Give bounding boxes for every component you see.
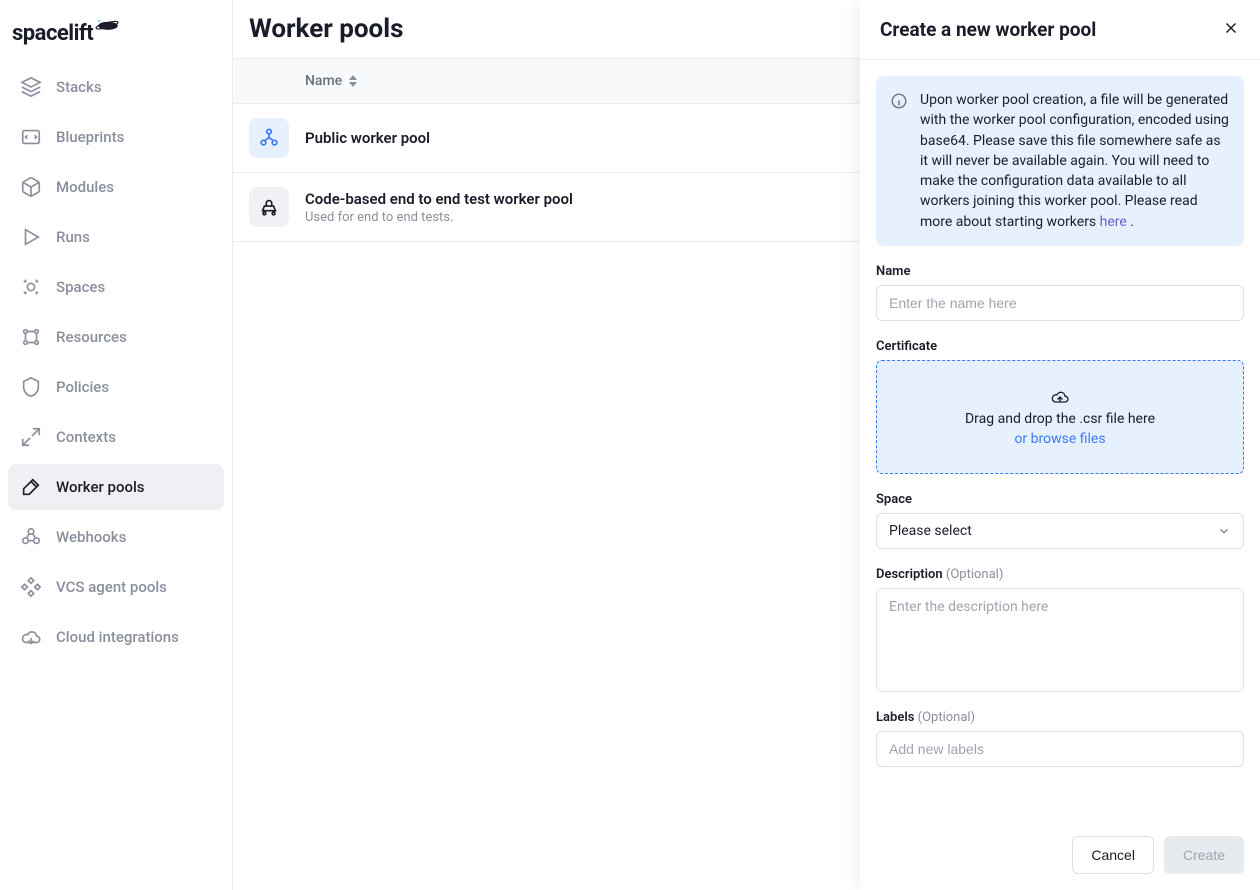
- page-title: Worker pools: [249, 14, 403, 44]
- sidebar-item-spaces[interactable]: Spaces: [8, 264, 224, 310]
- certificate-label: Certificate: [876, 339, 1244, 354]
- blueprints-icon: [20, 126, 42, 148]
- sort-icon: [348, 75, 358, 87]
- close-icon: [1222, 19, 1240, 37]
- sidebar-item-resources[interactable]: Resources: [8, 314, 224, 360]
- vcs-agent-pools-icon: [20, 576, 42, 598]
- sidebar-item-label: Modules: [56, 178, 114, 196]
- name-label: Name: [876, 264, 1244, 279]
- chevron-down-icon: [1217, 524, 1231, 538]
- space-select[interactable]: Please select: [876, 513, 1244, 549]
- sidebar-item-contexts[interactable]: Contexts: [8, 414, 224, 460]
- sidebar-item-runs[interactable]: Runs: [8, 214, 224, 260]
- upload-cloud-icon: [1050, 387, 1070, 407]
- runs-icon: [20, 226, 42, 248]
- info-link[interactable]: here: [1100, 214, 1127, 230]
- policies-icon: [20, 376, 42, 398]
- info-tail: .: [1127, 214, 1134, 230]
- sidebar-item-label: Spaces: [56, 278, 105, 296]
- field-space: Space Please select: [876, 492, 1244, 549]
- drawer-footer: Cancel Create: [860, 820, 1260, 890]
- space-select-value: Please select: [889, 523, 972, 539]
- sidebar-item-label: Blueprints: [56, 128, 124, 146]
- sidebar-item-worker-pools[interactable]: Worker pools: [8, 464, 224, 510]
- brand-name: spacelift: [12, 21, 93, 46]
- pool-private-icon: [249, 187, 289, 227]
- info-icon: [890, 92, 908, 110]
- sidebar-item-webhooks[interactable]: Webhooks: [8, 514, 224, 560]
- name-input[interactable]: [876, 285, 1244, 321]
- sidebar-item-label: VCS agent pools: [56, 578, 167, 596]
- labels-input[interactable]: [876, 731, 1244, 767]
- pool-public-icon: [249, 118, 289, 158]
- field-description: Description (Optional): [876, 567, 1244, 692]
- cloud-integrations-icon: [20, 626, 42, 648]
- sidebar: spacelift Stacks Blueprints Modules: [0, 0, 232, 890]
- close-button[interactable]: [1222, 19, 1240, 41]
- sidebar-item-label: Webhooks: [56, 528, 126, 546]
- sidebar-item-modules[interactable]: Modules: [8, 164, 224, 210]
- sidebar-item-policies[interactable]: Policies: [8, 364, 224, 410]
- sidebar-item-label: Stacks: [56, 78, 102, 96]
- sidebar-item-label: Resources: [56, 328, 127, 346]
- info-callout: Upon worker pool creation, a file will b…: [876, 76, 1244, 246]
- create-button[interactable]: Create: [1164, 836, 1244, 874]
- logo[interactable]: spacelift: [0, 12, 232, 62]
- sidebar-item-label: Runs: [56, 228, 90, 246]
- description-label: Description (Optional): [876, 567, 1244, 582]
- sidebar-item-label: Contexts: [56, 428, 116, 446]
- drawer-title: Create a new worker pool: [880, 18, 1096, 41]
- spaces-icon: [20, 276, 42, 298]
- webhooks-icon: [20, 526, 42, 548]
- browse-files-link[interactable]: or browse files: [1014, 431, 1105, 447]
- field-name: Name: [876, 264, 1244, 321]
- labels-label: Labels (Optional): [876, 710, 1244, 725]
- sidebar-item-blueprints[interactable]: Blueprints: [8, 114, 224, 160]
- field-certificate: Certificate Drag and drop the .csr file …: [876, 339, 1244, 474]
- create-worker-pool-drawer: Create a new worker pool Upon worker poo…: [860, 0, 1260, 890]
- contexts-icon: [20, 426, 42, 448]
- cancel-button[interactable]: Cancel: [1072, 836, 1154, 874]
- field-labels: Labels (Optional): [876, 710, 1244, 767]
- sidebar-item-label: Cloud integrations: [56, 628, 179, 646]
- sidebar-item-cloud-integrations[interactable]: Cloud integrations: [8, 614, 224, 660]
- worker-pools-icon: [20, 476, 42, 498]
- logo-icon: [95, 16, 121, 42]
- modules-icon: [20, 176, 42, 198]
- description-textarea[interactable]: [876, 588, 1244, 692]
- dropzone-text: Drag and drop the .csr file here: [965, 411, 1155, 427]
- drawer-body: Upon worker pool creation, a file will b…: [860, 60, 1260, 820]
- nav: Stacks Blueprints Modules Runs Spaces Re…: [0, 62, 232, 662]
- certificate-dropzone[interactable]: Drag and drop the .csr file here or brow…: [876, 360, 1244, 474]
- drawer-header: Create a new worker pool: [860, 0, 1260, 60]
- space-label: Space: [876, 492, 1244, 507]
- resources-icon: [20, 326, 42, 348]
- sidebar-item-label: Policies: [56, 378, 109, 396]
- sidebar-item-label: Worker pools: [56, 478, 145, 496]
- info-text: Upon worker pool creation, a file will b…: [920, 92, 1229, 230]
- sidebar-item-stacks[interactable]: Stacks: [8, 64, 224, 110]
- sidebar-item-vcs-agent-pools[interactable]: VCS agent pools: [8, 564, 224, 610]
- stacks-icon: [20, 76, 42, 98]
